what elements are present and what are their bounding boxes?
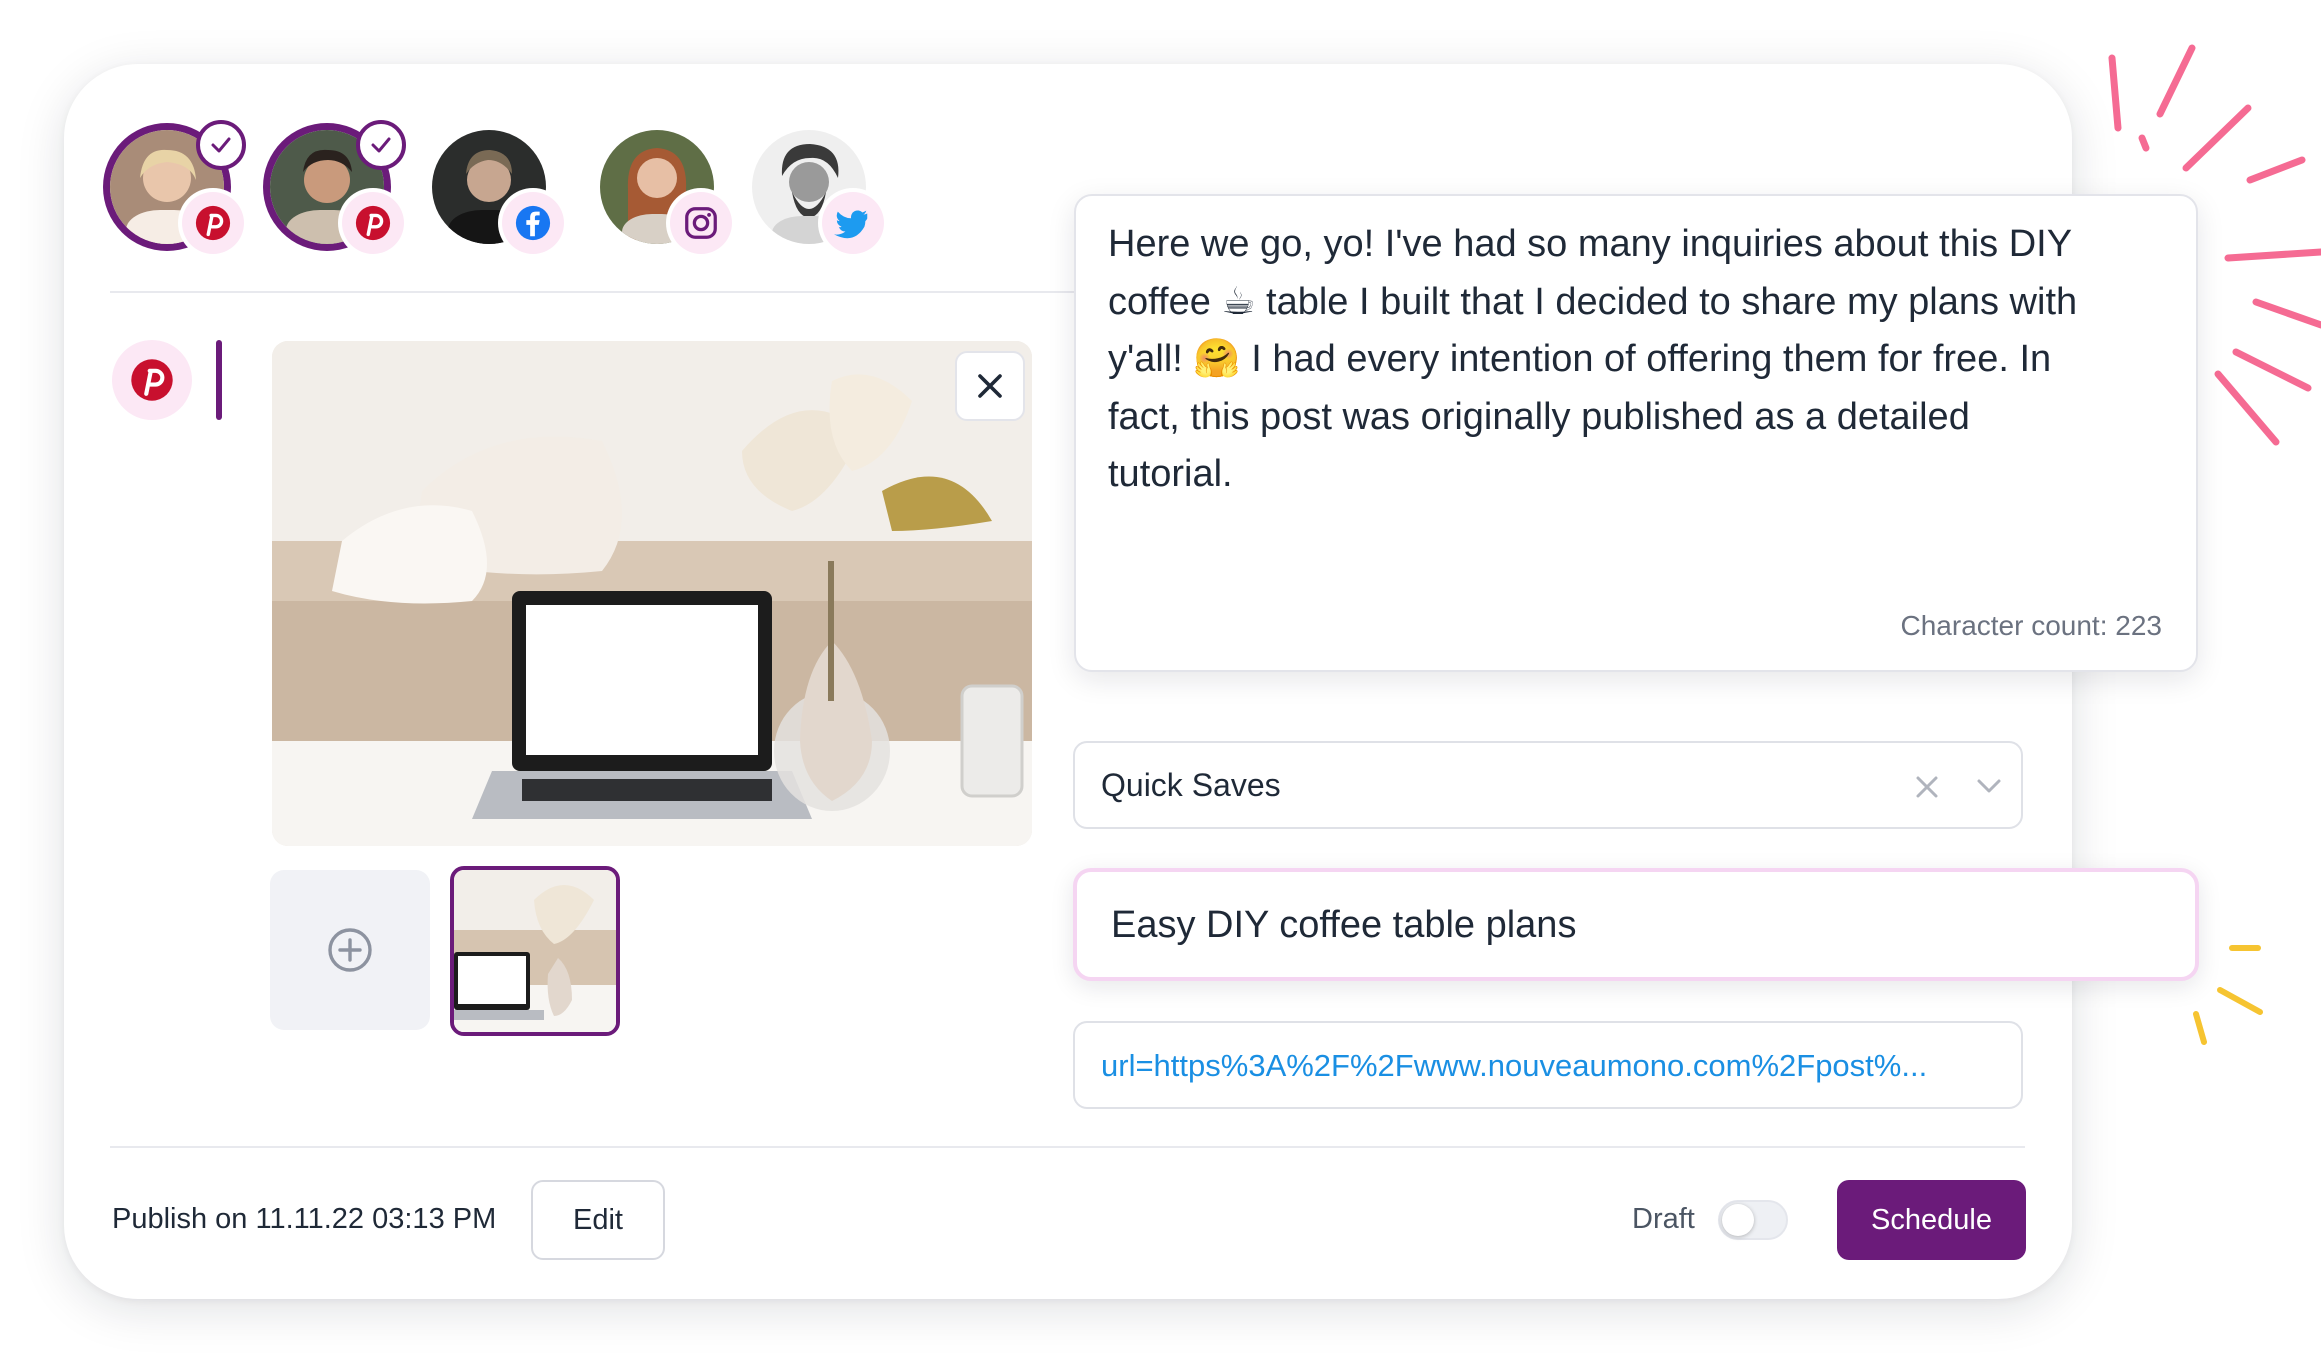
- remove-media-button[interactable]: [955, 351, 1025, 421]
- schedule-button[interactable]: Schedule: [1837, 1180, 2026, 1260]
- check-icon: [371, 137, 391, 153]
- add-media-button[interactable]: [270, 870, 430, 1030]
- facebook-badge: [502, 192, 564, 254]
- twitter-icon: [834, 210, 868, 239]
- add-circle-icon: [328, 928, 372, 972]
- pin-title-input[interactable]: Easy DIY coffee table plans: [1073, 868, 2199, 981]
- caption-line: y'all! 🤗 I had every intention of offeri…: [1108, 338, 2052, 380]
- edit-date-button[interactable]: Edit: [531, 1180, 665, 1260]
- main-media-preview: [272, 341, 1032, 846]
- destination-link-input[interactable]: url=https%3A%2F%2Fwww.nouveaumono.com%2F…: [1073, 1021, 2023, 1109]
- caption-line: Here we go, yo! I've had so many inquiri…: [1108, 223, 2073, 265]
- selected-check-badge: [356, 120, 406, 170]
- media-thumbnail-selected[interactable]: [450, 866, 620, 1036]
- pinterest-icon: [131, 359, 173, 401]
- caption-line: tutorial.: [1108, 453, 1233, 495]
- pinterest-badge: [342, 192, 404, 254]
- board-select-value: Quick Saves: [1101, 767, 1281, 803]
- check-icon: [211, 137, 231, 153]
- instagram-badge: [670, 192, 732, 254]
- chevron-down-icon[interactable]: [1975, 775, 2003, 797]
- character-count: Character count: 223: [1900, 610, 2163, 641]
- pin-title-value: Easy DIY coffee table plans: [1111, 904, 1577, 946]
- caption-editor[interactable]: Here we go, yo! I've had so many inquiri…: [1074, 194, 2198, 672]
- active-network-indicator-bar: [216, 340, 222, 420]
- header-divider: [110, 291, 1086, 293]
- publish-date-label: Publish on 11.11.22 03:13 PM: [112, 1203, 497, 1235]
- pinterest-badge: [182, 192, 244, 254]
- caption-line: fact, this post was originally published…: [1108, 395, 1970, 438]
- board-select[interactable]: Quick Saves: [1073, 741, 2023, 829]
- clear-icon[interactable]: [1913, 773, 1941, 801]
- caption-line: coffee ☕ table I built that I decided to…: [1108, 280, 2078, 323]
- twitter-badge: [822, 192, 884, 254]
- pinterest-icon: [355, 205, 391, 241]
- caption-text[interactable]: Here we go, yo! I've had so many inquiri…: [1108, 216, 2168, 504]
- footer-divider: [110, 1146, 2025, 1148]
- facebook-icon: [515, 205, 551, 241]
- selected-check-badge: [196, 120, 246, 170]
- destination-link-value: url=https%3A%2F%2Fwww.nouveaumono.com%2F…: [1101, 1048, 1928, 1083]
- draft-toggle-knob: [1722, 1204, 1754, 1236]
- active-network-pinterest[interactable]: [112, 340, 192, 420]
- draft-label: Draft: [1632, 1203, 1695, 1235]
- pinterest-icon: [195, 205, 231, 241]
- close-icon: [978, 374, 1002, 398]
- instagram-icon: [685, 207, 717, 239]
- draft-toggle[interactable]: [1718, 1200, 1788, 1240]
